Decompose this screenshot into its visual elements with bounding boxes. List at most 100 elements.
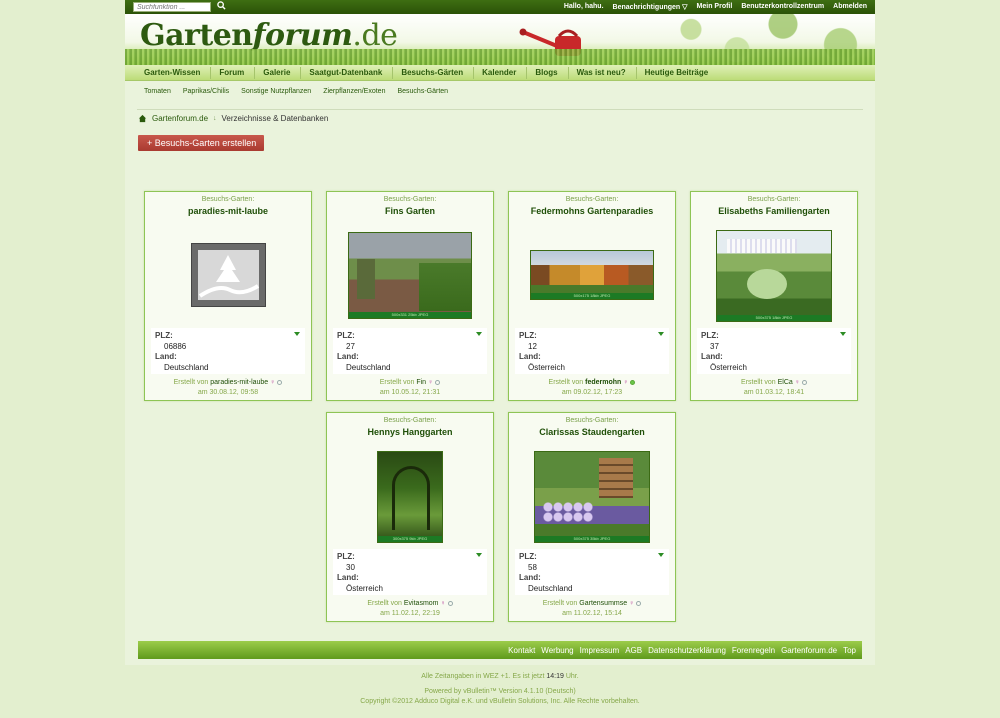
nav-besuchs-gaerten[interactable]: Besuchs-Gärten [393,66,475,79]
caret-down-icon[interactable] [476,332,482,336]
date-prefix: am [561,389,572,396]
user-cp-link[interactable]: Benutzerkontrollzentrum [741,3,824,11]
female-icon: ♀ [794,379,800,386]
author-link[interactable]: Evitasmom [404,600,439,607]
female-icon: ♀ [428,379,434,386]
footer-top[interactable]: Top [843,646,856,655]
garden-card[interactable]: Besuchs-Garten: paradies-mit-laube PLZ: … [144,191,312,401]
caret-down-icon[interactable] [658,332,664,336]
garden-photo[interactable]: 500x175 18kb JPEG [530,250,654,300]
home-icon[interactable] [138,114,147,123]
logout-link[interactable]: Abmelden [833,3,867,11]
breadcrumb-home[interactable]: Gartenforum.de [152,114,208,123]
search-input[interactable] [133,2,211,12]
notifications-link[interactable]: Benachrichtigungen ▽ [613,3,688,11]
garden-card[interactable]: Besuchs-Garten: Elisabeths Familiengarte… [690,191,858,401]
nav-heutige-beitraege[interactable]: Heutige Beiträge [637,67,719,79]
nav-forum[interactable]: Forum [211,66,256,79]
breadcrumb-arrow-icon: ↓ [213,115,217,122]
offline-status-icon [801,379,807,385]
garden-photo[interactable]: 500x331 25kb JPEG [348,232,472,319]
garden-card[interactable]: Besuchs-Garten: Hennys Hanggarten 300x37… [326,412,494,622]
author-link[interactable]: ElCa [778,379,793,386]
nav-saatgut-datenbank[interactable]: Saatgut-Datenbank [301,66,394,79]
created-date: 11.02.12, 22:19 [391,610,440,617]
page-container: Hallo, hahu. Benachrichtigungen ▽ Mein P… [125,0,875,665]
caret-down-icon[interactable] [476,553,482,557]
nav-galerie[interactable]: Galerie [255,66,302,79]
footer-forenregeln[interactable]: Forenregeln [732,646,775,655]
author-link[interactable]: federmohn [585,379,621,386]
garden-photo[interactable]: 300x375 9kb JPEG [377,451,443,543]
subnav-nutzpflanzen[interactable]: Sonstige Nutzpflanzen [241,88,311,95]
card-title[interactable]: Clarissas Staudengarten [509,427,675,437]
garden-card[interactable]: Besuchs-Garten: Fins Garten 500x331 25kb… [326,191,494,401]
caret-down-icon[interactable] [658,553,664,557]
created-by-label: Erstellt von [367,600,402,607]
footer-datenschutz[interactable]: Datenschutzerklärung [648,646,726,655]
garden-photo[interactable]: 500x375 18kb JPEG [716,230,832,322]
card-meta: Erstellt von paradies-mit-laube ♀ am 30.… [145,378,311,398]
land-value: Österreich [346,584,383,593]
card-kicker: Besuchs-Garten: [383,196,437,203]
plz-value: 58 [528,563,537,572]
garden-photo[interactable]: 500x375 35kb JPEG [534,451,650,543]
card-title[interactable]: Federmohns Gartenparadies [509,206,675,216]
garden-card[interactable]: Besuchs-Garten: Clarissas Staudengarten … [508,412,676,622]
user-greeting: Hallo, hahu. [563,3,604,10]
date-prefix: am [562,610,572,617]
caret-down-icon[interactable] [840,332,846,336]
card-title[interactable]: paradies-mit-laube [145,206,311,216]
plz-value: 37 [710,342,719,351]
land-label: Land: [519,352,541,361]
footer-kontakt[interactable]: Kontakt [508,646,535,655]
header-banner: Gartenforum.de [125,14,875,65]
nav-blogs[interactable]: Blogs [527,66,569,79]
created-by-label: Erstellt von [548,379,584,386]
nav-kalender[interactable]: Kalender [474,66,528,79]
subnav-besuchs-gaerten[interactable]: Besuchs-Gärten [397,88,448,95]
female-icon: ♀ [623,379,629,386]
site-logo[interactable]: Gartenforum.de [140,18,398,53]
card-meta: Erstellt von ElCa ♀ am 01.03.12, 18:41 [691,378,857,398]
subnav-paprikas[interactable]: Paprikas/Chilis [183,88,229,95]
date-prefix: am [197,389,208,396]
plz-value: 30 [346,563,355,572]
author-link[interactable]: Fin [416,379,426,386]
caret-down-icon[interactable] [294,332,300,336]
created-date: 11.02.12, 15:14 [573,610,622,617]
subnav-tomaten[interactable]: Tomaten [144,88,171,95]
footer-impressum[interactable]: Impressum [580,646,620,655]
my-profile-link[interactable]: Mein Profil [697,3,733,11]
logo-part-2: forum [252,18,353,53]
author-link[interactable]: Gartensummse [579,600,627,607]
offline-status-icon [636,600,642,606]
footer-gartenforum[interactable]: Gartenforum.de [781,646,837,655]
subnav-zierpflanzen[interactable]: Zierpflanzen/Exoten [323,88,385,95]
card-kicker: Besuchs-Garten: [383,417,437,424]
nav-garten-wissen[interactable]: Garten-Wissen [136,66,212,79]
created-by-label: Erstellt von [542,600,578,607]
garden-card[interactable]: Besuchs-Garten: Federmohns Gartenparadie… [508,191,676,401]
search-icon[interactable] [215,1,227,13]
land-value: Österreich [528,363,565,372]
main-nav: Garten-Wissen Forum Galerie Saatgut-Date… [125,65,875,81]
card-title[interactable]: Elisabeths Familiengarten [691,206,857,216]
nav-was-ist-neu[interactable]: Was ist neu? [569,66,637,79]
card-title[interactable]: Hennys Hanggarten [327,427,493,437]
placeholder-image-icon[interactable] [191,243,266,307]
plz-value: 27 [346,342,355,351]
logo-part-3: .de [352,18,398,53]
author-link[interactable]: paradies-mit-laube [210,379,268,386]
footer-werbung[interactable]: Werbung [541,646,573,655]
land-value: Deutschland [164,363,209,372]
created-by-label: Erstellt von [173,379,209,386]
divider [137,109,863,110]
female-icon: ♀ [629,600,635,607]
card-title[interactable]: Fins Garten [327,206,493,216]
create-garden-button[interactable]: + Besuchs-Garten erstellen [138,135,264,151]
card-info: PLZ: 06886 Land: Deutschland [151,328,305,374]
footer-agb[interactable]: AGB [625,646,642,655]
land-label: Land: [337,573,359,582]
created-date: 01.03.12, 18:41 [755,389,805,396]
